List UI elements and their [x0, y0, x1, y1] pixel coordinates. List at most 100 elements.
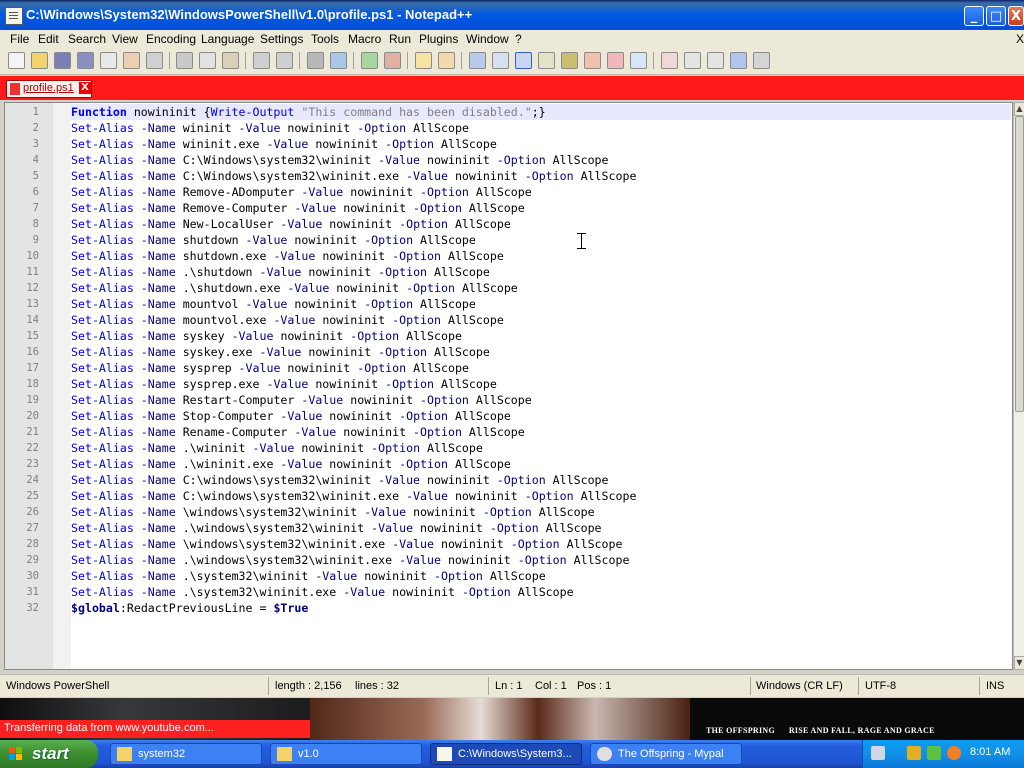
indent-guide-icon[interactable] [515, 52, 532, 69]
notepad-plus-plus-icon [5, 7, 23, 25]
alias-name: C:\windows\system32\wininit [182, 473, 372, 487]
paste-icon[interactable] [222, 52, 239, 69]
scroll-up-button[interactable]: ▲ [1014, 102, 1024, 116]
tab-profile-ps1[interactable]: profile.ps1 X [6, 80, 92, 98]
option-value: AllScope [552, 473, 609, 487]
word-wrap-icon[interactable] [469, 52, 486, 69]
zoom-out-icon[interactable] [384, 52, 401, 69]
menu-view[interactable]: View [112, 32, 138, 46]
cmdlet: Set-Alias [71, 585, 134, 599]
menu-tools[interactable]: Tools [311, 32, 339, 46]
search-icon[interactable] [947, 746, 961, 760]
zoom-in-icon[interactable] [361, 52, 378, 69]
new-file-icon[interactable] [8, 52, 25, 69]
security-shield-icon[interactable] [907, 746, 921, 760]
taskbar-item-v1-0[interactable]: v1.0 [270, 743, 422, 765]
save-icon[interactable] [54, 52, 71, 69]
menu-close-document[interactable]: X [1016, 32, 1024, 46]
cmdlet: Set-Alias [71, 265, 134, 279]
alias-name: syskey.exe [182, 345, 253, 359]
option-value: AllScope [413, 121, 469, 135]
tab-label: profile.ps1 [23, 82, 74, 94]
alias-value: nowininit [440, 537, 504, 551]
save-all-icon[interactable] [77, 52, 94, 69]
parameter: -Name [133, 505, 183, 519]
option-value: AllScope [552, 153, 609, 167]
cmdlet: Set-Alias [71, 169, 134, 183]
line-number: 12 [26, 282, 39, 294]
parameter: -Name [133, 169, 183, 183]
play-macro-icon[interactable] [707, 52, 724, 69]
menu-macro[interactable]: Macro [348, 32, 381, 46]
taskbar-item-system32[interactable]: system32 [110, 743, 262, 765]
menu-plugins[interactable]: Plugins [419, 32, 458, 46]
keyboard-icon[interactable] [871, 746, 885, 760]
maximize-button[interactable]: □ [986, 6, 1006, 26]
brace: { [203, 105, 211, 119]
close-button[interactable]: X [1008, 6, 1024, 26]
sync-horizontal-icon[interactable] [438, 52, 455, 69]
vertical-scrollbar[interactable]: ▲ ▼ [1013, 102, 1024, 670]
cmdlet: Set-Alias [71, 569, 134, 583]
line-number: 1 [32, 106, 39, 118]
save-macro-icon[interactable] [753, 52, 770, 69]
line-number: 29 [26, 554, 39, 566]
folder-icon [117, 747, 132, 761]
scroll-thumb[interactable] [1015, 116, 1024, 412]
find-icon[interactable] [307, 52, 324, 69]
status-insert-mode: INS [986, 680, 1005, 692]
undo-icon[interactable] [253, 52, 270, 69]
parameter: -Value [266, 249, 323, 263]
parameter: -Option [378, 377, 441, 391]
start-button[interactable]: start [0, 740, 98, 768]
record-macro-icon[interactable] [661, 52, 678, 69]
parameter: -Value [273, 409, 330, 423]
menu-language[interactable]: Language [201, 32, 254, 46]
open-file-icon[interactable] [31, 52, 48, 69]
cut-icon[interactable] [176, 52, 193, 69]
menu-run[interactable]: Run [389, 32, 411, 46]
alias-value: nowininit [392, 585, 455, 599]
taskbar: start system32 v1.0 C:\Windows\System3..… [0, 740, 1024, 768]
show-all-chars-icon[interactable] [492, 52, 509, 69]
monitoring-icon[interactable] [630, 52, 647, 69]
parameter: -Option [364, 441, 428, 455]
scroll-down-button[interactable]: ▼ [1014, 656, 1024, 670]
editor[interactable]: 1 2 3 4 5 6 7 8 9 10 11 12 13 14 15 16 17 18 19 20 21 22 23 24 2… [4, 102, 1013, 670]
menu-file[interactable]: File [10, 32, 29, 46]
tab-close-icon[interactable]: X [79, 82, 91, 94]
menu-settings[interactable]: Settings [260, 32, 303, 46]
user-lang-icon[interactable] [538, 52, 555, 69]
replace-icon[interactable] [330, 52, 347, 69]
taskbar-item-notepad[interactable]: C:\Windows\System3... [430, 743, 582, 765]
doc-map-icon[interactable] [561, 52, 578, 69]
menu-search[interactable]: Search [68, 32, 106, 46]
menu-help[interactable]: ? [515, 32, 522, 46]
task-label: v1.0 [298, 748, 319, 760]
close-file-icon[interactable] [100, 52, 117, 69]
parameter: -Option [385, 313, 448, 327]
network-icon[interactable] [927, 746, 941, 760]
code-line: Set-Alias -Name \windows\system32\winini… [71, 536, 622, 552]
menu-encoding[interactable]: Encoding [146, 32, 196, 46]
alias-value: nowininit [315, 137, 379, 151]
menu-window[interactable]: Window [466, 32, 509, 46]
redo-icon[interactable] [276, 52, 293, 69]
copy-icon[interactable] [199, 52, 216, 69]
function-list-icon[interactable] [584, 52, 601, 69]
cmdlet: Set-Alias [71, 153, 134, 167]
folder-workspace-icon[interactable] [607, 52, 624, 69]
print-icon[interactable] [146, 52, 163, 69]
parameter: -Value [287, 201, 344, 215]
menu-edit[interactable]: Edit [38, 32, 59, 46]
parameter: -Option [517, 169, 581, 183]
code-area[interactable]: Function nowininit {Write-Output "This c… [71, 103, 1011, 669]
parameter: -Value [385, 537, 441, 551]
taskbar-item-mypal[interactable]: The Offspring - Mypal [590, 743, 742, 765]
minimize-button[interactable]: _ [964, 6, 984, 26]
sync-vertical-icon[interactable] [415, 52, 432, 69]
run-macro-multiple-icon[interactable] [730, 52, 747, 69]
alias-value: nowininit [447, 553, 511, 567]
stop-macro-icon[interactable] [684, 52, 701, 69]
close-all-icon[interactable] [123, 52, 140, 69]
